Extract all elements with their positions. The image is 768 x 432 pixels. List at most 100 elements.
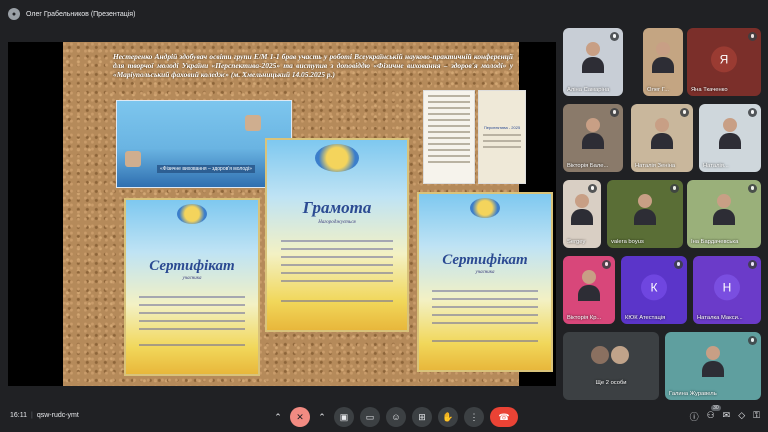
presentation-slide: Нестеренко Андрій здобувач освіти групи … [63,42,553,386]
activities-icon[interactable]: ◇ [738,410,745,423]
participant-tile[interactable]: Наталія... [699,104,761,172]
side-controls: ⓘ ⚇ 30 ✉ ◇ ⚿ [690,405,760,423]
certificate-center-sub: Нагороджується [318,220,356,225]
emblem-icon [177,204,207,224]
participant-video [634,194,656,225]
slide-poster-conference: Перспектива - 2025 [478,90,526,184]
participant-tile[interactable]: Іна Бардачевська [687,180,761,248]
poster-label: Перспектива - 2025 [483,125,521,130]
participant-name: Наталка Макси... [697,315,743,321]
clock-time: 16:11 [10,412,27,419]
certificate-right: Сертифікат учасника [417,192,553,372]
participant-name: Олег Г... [647,87,670,93]
participant-tile[interactable]: Наталія Зеніна [631,104,693,172]
certificate-left-title: Сертифікат [149,258,235,274]
certificate-center-title: Грамота [302,198,372,217]
microphone-off-icon [610,32,619,41]
participant-name: КЮК Атестація [625,315,666,321]
hangup-icon[interactable]: ☎ [490,407,518,427]
certificate-left-sub: учасника [182,276,202,281]
certificate-right-title: Сертифікат [442,252,528,268]
participant-name: Наталія... [703,163,729,169]
participant-tile[interactable]: Олег Г... [643,28,683,96]
participant-grid: Аліна Самаріна Олег Г... Я Яна Ткаченко Вікт… [561,28,768,404]
participant-name: Яна Ткаченко [691,87,728,93]
presenter-title: Олег Грабельников (Презентація) [26,10,136,18]
meeting-info: 16:11 | qsw-rudc-ymt [10,412,79,419]
microphone-off-icon[interactable]: ✕ [290,407,310,427]
bottom-bar: 16:11 | qsw-rudc-ymt ⌃ ✕ ⌃ ▣ ▭ ☺ ⊞ ✋ ⋮ ☎ ⓘ… [0,404,768,432]
microphone-off-icon [748,336,757,345]
certificate-left: Сертифікат учасника [124,198,260,376]
emoji-icon[interactable]: ☺ [386,407,406,427]
certificate-center: Грамота Нагороджується [265,138,409,332]
participant-video [582,42,604,73]
participant-video [652,42,674,73]
microphone-off-icon [602,260,611,269]
host-controls-icon[interactable]: ⚿ [753,410,760,423]
raise-hand-icon[interactable]: ✋ [438,407,458,427]
slide-poster-program [423,90,475,184]
more-icon[interactable]: ⋮ [464,407,484,427]
participant-video [571,194,593,225]
participant-video [578,270,600,301]
mic-options-chevron-icon[interactable]: ⌃ [272,407,284,427]
participant-video [702,346,724,377]
camera-icon[interactable]: ▣ [334,407,354,427]
microphone-off-icon [748,184,757,193]
participant-name: Наталія Зеніна [635,163,676,169]
call-controls: ⌃ ✕ ⌃ ▣ ▭ ☺ ⊞ ✋ ⋮ ☎ [272,407,518,427]
participant-name: Галина Журавель [669,391,717,397]
certificate-right-sub: учасника [475,270,495,275]
participant-name: Вікторія Кр... [567,315,602,321]
emblem-icon [470,198,500,218]
participant-tile[interactable]: К КЮК Атестація [621,256,687,324]
photo-caption: «Фізичне виховання – здоров'я молоді» [157,165,255,173]
microphone-off-icon [674,260,683,269]
camera-options-chevron-icon[interactable]: ⌃ [316,407,328,427]
participant-tile[interactable]: Галина Журавель [665,332,761,400]
microphone-off-icon [670,184,679,193]
participant-video [719,118,741,149]
participant-tile[interactable]: Аліна Самаріна [563,28,623,96]
microphone-off-icon [588,184,597,193]
participant-name: Ще 2 особи [595,380,627,386]
participant-name: Вікторія Бале... [567,163,609,169]
participant-count: 30 [711,405,721,411]
participant-tile[interactable]: Ще 2 особи [563,332,659,400]
slide-text: Нестеренко Андрій здобувач освіти групи … [113,52,513,79]
presenter-avatar-icon: ● [8,8,20,20]
emblem-icon [315,144,359,172]
participant-tile[interactable]: Н Наталка Макси... [693,256,761,324]
participant-tile[interactable]: Вікторія Бале... [563,104,623,172]
participant-video [651,118,673,149]
participant-avatar: Я [711,46,737,73]
participant-name: Sergey [567,239,586,245]
participant-tile[interactable]: Вікторія Кр... [563,256,615,324]
participant-avatar: К [641,274,667,301]
photo-face-icon [245,115,261,131]
participant-tile[interactable]: Sergey [563,180,601,248]
others-avatars [591,346,629,364]
presentation-stage: Нестеренко Андрій здобувач освіти групи … [8,42,556,386]
chat-icon[interactable]: ✉ [723,410,731,423]
participant-name: valera boyus [611,239,644,245]
photo-face-icon [125,151,141,167]
info-icon[interactable]: ⓘ [690,410,699,423]
participant-tile[interactable]: valera boyus [607,180,683,248]
participant-video [713,194,735,225]
microphone-off-icon [748,108,757,117]
present-icon[interactable]: ⊞ [412,407,432,427]
participant-avatar: Н [714,274,740,301]
microphone-off-icon [680,108,689,117]
people-icon[interactable]: ⚇ 30 [707,405,721,423]
participant-name: Аліна Самаріна [567,87,610,93]
captions-icon[interactable]: ▭ [360,407,380,427]
microphone-off-icon [610,108,619,117]
microphone-off-icon [748,260,757,269]
participant-name: Іна Бардачевська [691,239,739,245]
meeting-code: qsw-rudc-ymt [36,412,79,419]
participant-tile[interactable]: Я Яна Ткаченко [687,28,761,96]
participant-video [582,118,604,149]
microphone-off-icon [748,32,757,41]
